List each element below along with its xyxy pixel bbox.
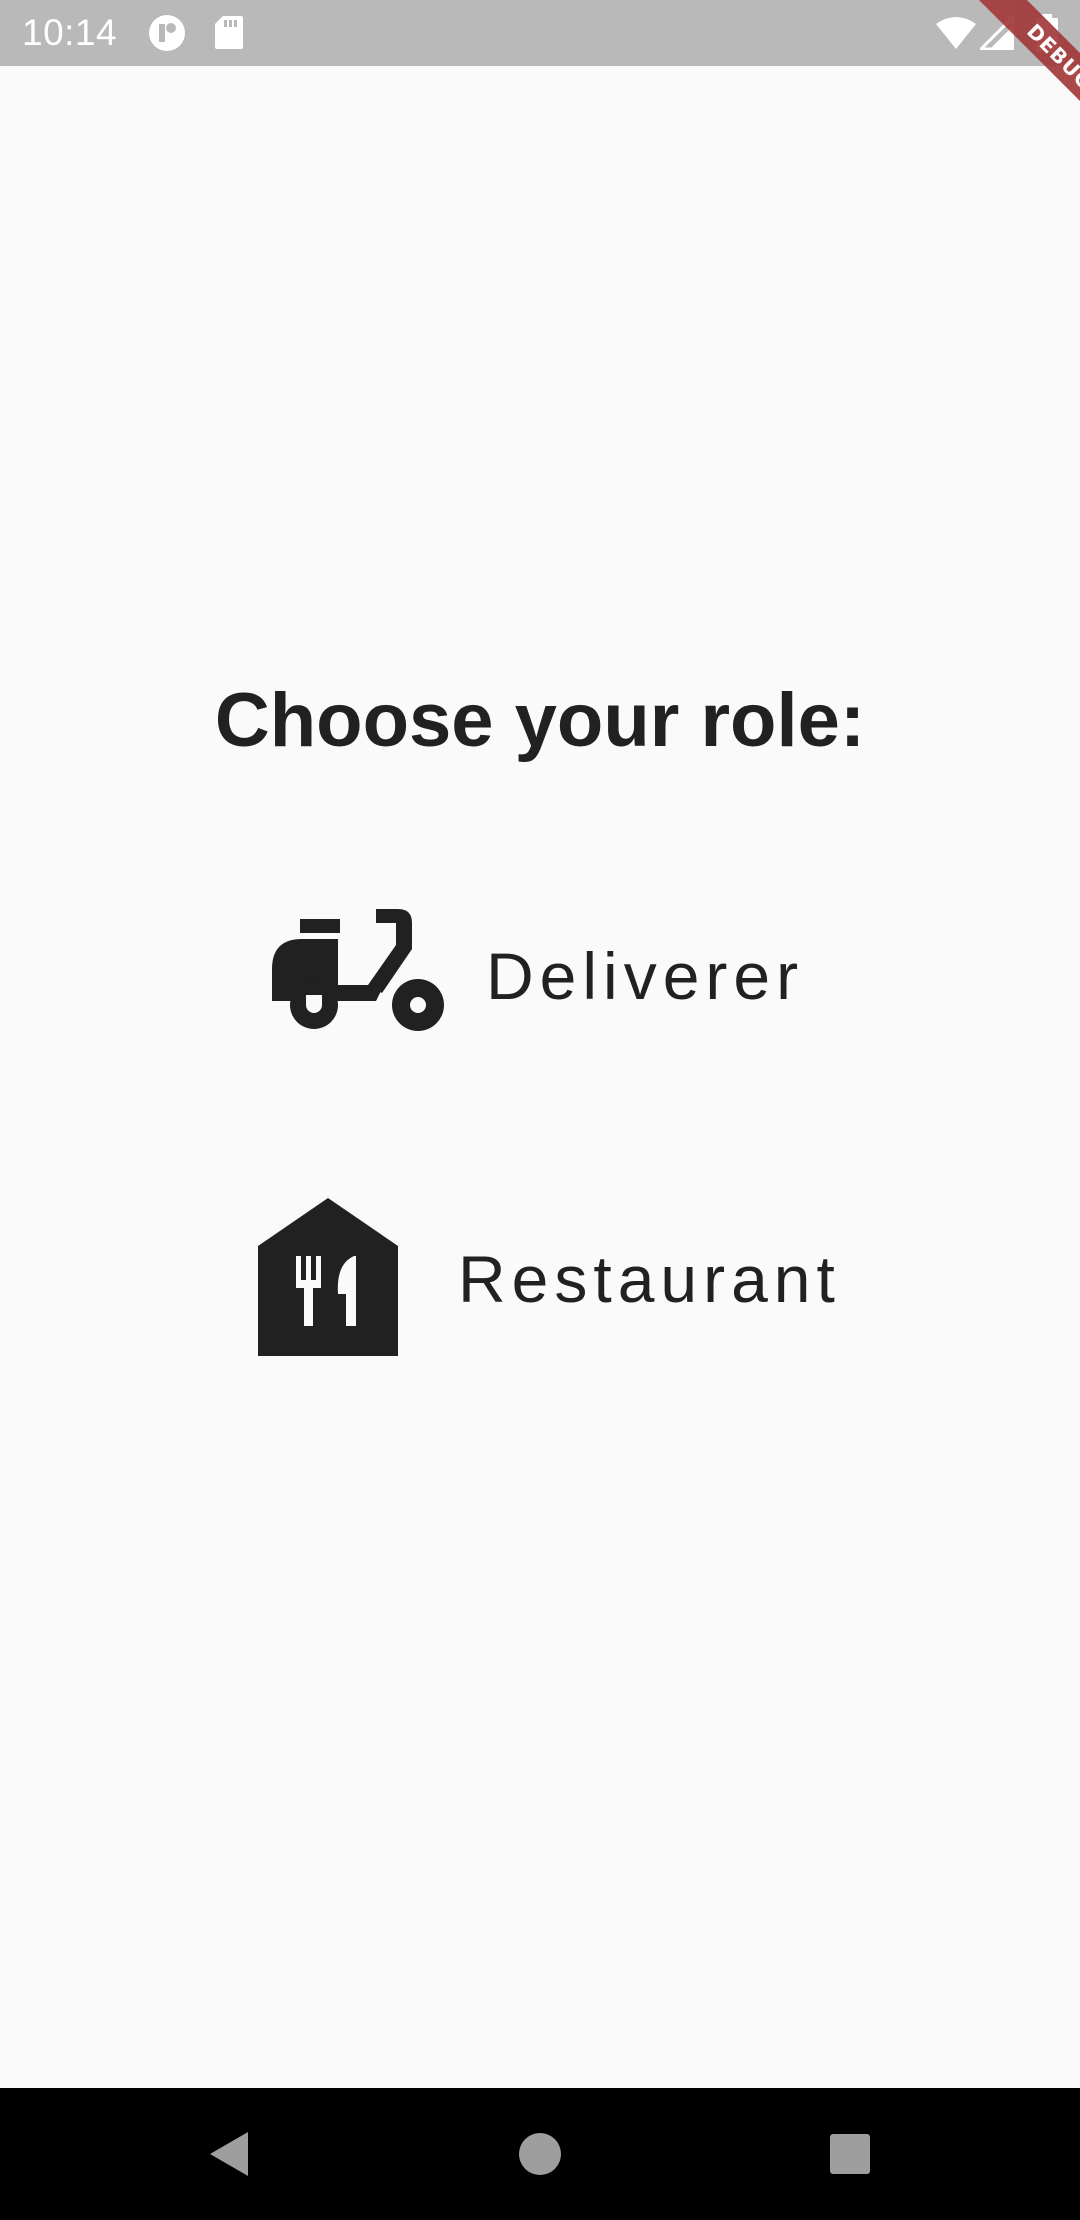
status-time: 10:14: [22, 12, 118, 53]
page-title: Choose your role:: [214, 678, 866, 763]
main-content: Choose your role: Deliverer Restaurant: [0, 66, 1080, 2088]
wifi-icon: [936, 16, 976, 55]
restaurant-icon: [258, 1197, 398, 1361]
status-bar: 10:14: [0, 0, 1080, 66]
sd-card-icon: [214, 14, 244, 55]
role-option-deliverer[interactable]: Deliverer: [272, 908, 805, 1044]
back-icon[interactable]: [200, 2124, 260, 2184]
signal-icon: [977, 13, 1015, 55]
app-notification-icon: [148, 14, 186, 57]
navigation-bar: [0, 2088, 1080, 2220]
battery-icon: [1036, 14, 1058, 57]
role-option-restaurant[interactable]: Restaurant: [258, 1194, 841, 1364]
role-label-restaurant: Restaurant: [458, 1242, 841, 1316]
role-label-deliverer: Deliverer: [486, 939, 805, 1013]
scooter-icon: [272, 908, 446, 1044]
recents-icon[interactable]: [820, 2124, 880, 2184]
home-icon[interactable]: [510, 2124, 570, 2184]
